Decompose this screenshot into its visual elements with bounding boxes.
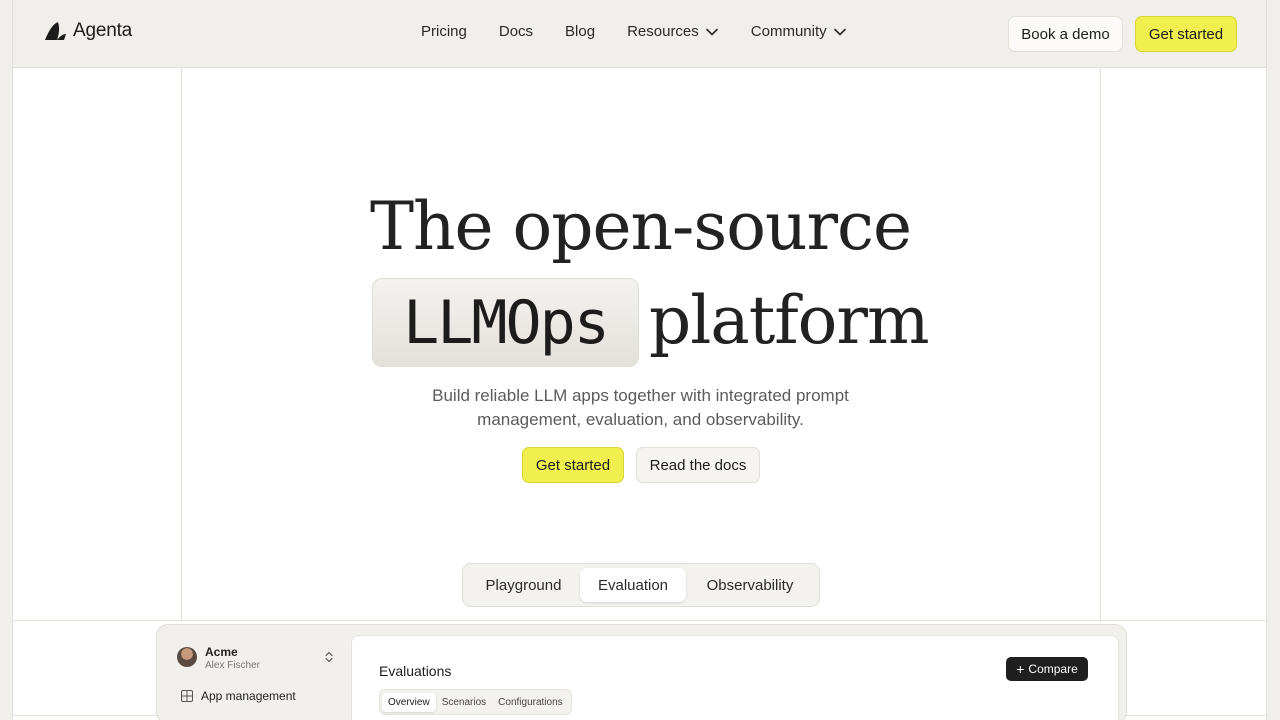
brand-name: Agenta (73, 20, 133, 41)
nav-docs[interactable]: Docs (499, 23, 533, 40)
nav-pricing[interactable]: Pricing (421, 23, 467, 40)
panel-tabs: Overview Scenarios Configurations (379, 689, 572, 715)
app-preview-frame: Acme Alex Fischer App management Evaluat… (156, 624, 1127, 720)
tab-configurations[interactable]: Configurations (492, 693, 568, 712)
tab-playground[interactable]: Playground (467, 568, 580, 602)
nav-blog[interactable]: Blog (565, 23, 595, 40)
read-docs-button[interactable]: Read the docs (636, 447, 760, 483)
nav-blog-label: Blog (565, 23, 596, 40)
agenta-logo-icon (45, 22, 66, 40)
tab-scenarios[interactable]: Scenarios (436, 693, 492, 712)
hero-title-line1: The open-source (369, 188, 912, 265)
tab-evaluation[interactable]: Evaluation (580, 568, 686, 602)
tab-observability[interactable]: Observability (686, 568, 814, 602)
nav-resources-label: Resources (627, 23, 699, 40)
avatar (177, 647, 197, 667)
nav-community[interactable]: Community (751, 23, 847, 40)
sidebar-item-app-management[interactable]: App management (181, 689, 296, 703)
preview-panel: Evaluations + Compare Overview Scenarios… (351, 635, 1119, 720)
plus-icon: + (1016, 661, 1025, 677)
section-divider (13, 620, 1268, 621)
hero-subtitle: Build reliable LLM apps together with in… (13, 384, 1268, 432)
sidebar-item-label: App management (201, 689, 296, 703)
org-name: Acme (205, 645, 238, 659)
brand-logo[interactable]: Agenta (43, 20, 132, 42)
hero-subtitle-line1: Build reliable LLM apps together with in… (432, 386, 849, 405)
chevron-down-icon (833, 28, 846, 35)
panel-title: Evaluations (379, 663, 452, 679)
chevron-down-icon (705, 28, 718, 35)
hero-title-platform: platform (649, 282, 930, 359)
hero-subtitle-line2: management, evaluation, and observabilit… (477, 410, 804, 429)
book-demo-button[interactable]: Book a demo (1008, 16, 1123, 52)
guide-line-right (1100, 68, 1101, 620)
preview-sidebar: Acme Alex Fischer App management (163, 633, 343, 720)
nav-pricing-label: Pricing (421, 23, 467, 40)
top-header: Agenta Pricing Docs Blog Resources Commu… (12, 0, 1267, 68)
compare-button[interactable]: + Compare (1006, 657, 1088, 681)
main-content: The open-source LLMOps platform Build re… (12, 68, 1268, 720)
nav-community-label: Community (750, 23, 827, 40)
hero-get-started-button[interactable]: Get started (522, 447, 624, 483)
user-name: Alex Fischer (205, 660, 261, 671)
nav-resources[interactable]: Resources (627, 23, 719, 40)
tab-overview[interactable]: Overview (382, 692, 436, 712)
nav-docs-label: Docs (498, 23, 534, 40)
product-tabs: Playground Evaluation Observability (462, 563, 820, 607)
main-nav: Pricing Docs Blog Resources Community (421, 23, 879, 40)
header-get-started-button[interactable]: Get started (1135, 16, 1237, 52)
hero-highlight-pill: LLMOps (372, 278, 639, 367)
guide-line-left (181, 68, 182, 620)
compare-label: Compare (1028, 662, 1078, 676)
grid-icon (181, 690, 193, 702)
chevron-up-down-icon[interactable] (323, 651, 335, 663)
